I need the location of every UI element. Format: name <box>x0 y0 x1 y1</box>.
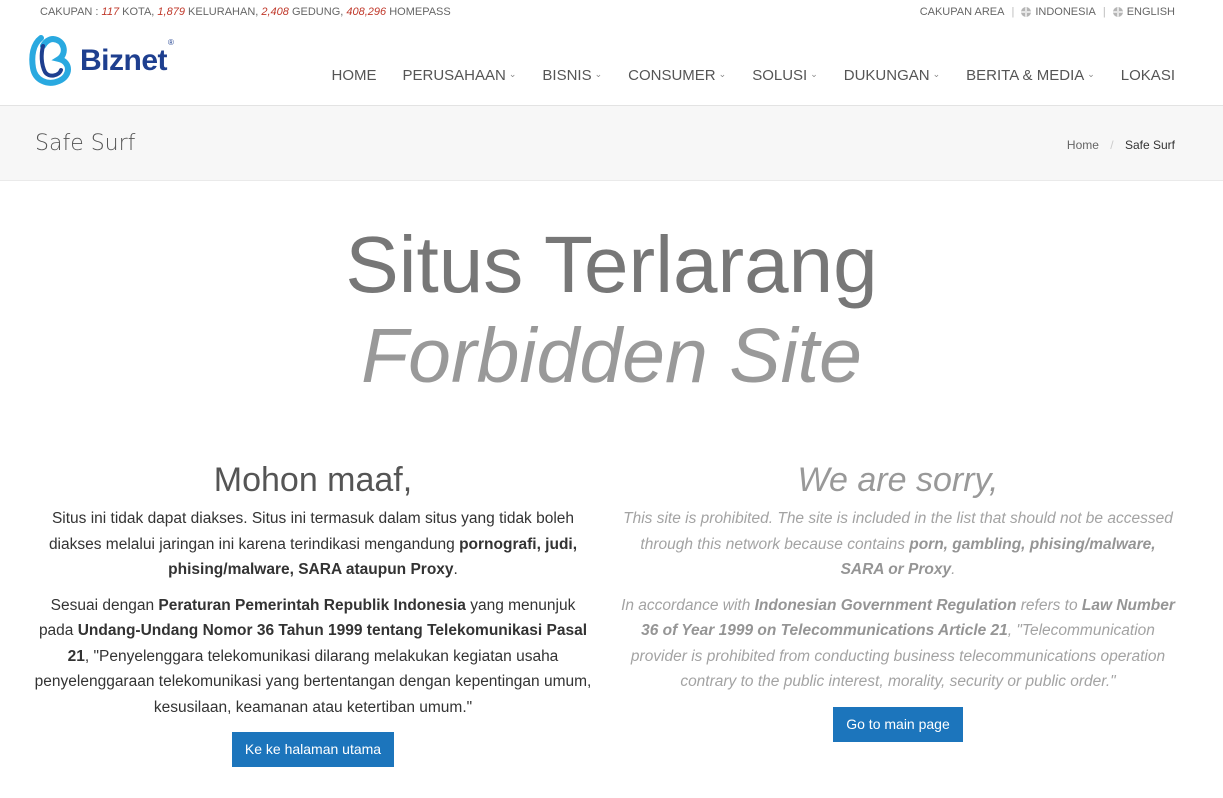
nav-bisnis-label: BISNIS <box>542 67 592 84</box>
nav-dukungan-label: DUKUNGAN <box>843 67 930 84</box>
nav-consumer-label: CONSUMER <box>628 67 716 84</box>
chevron-down-icon: ⌄ <box>932 69 941 79</box>
coverage-stats: CAKUPAN : 117 KOTA, 1,879 KELURAHAN, 2,4… <box>40 6 451 18</box>
page-title-bar: Safe Surf Home / Safe Surf <box>0 106 1223 181</box>
chevron-down-icon: ⌄ <box>594 69 603 79</box>
breadcrumb: Home / Safe Surf <box>1067 138 1175 152</box>
notice-indonesian: Mohon maaf, Situs ini tidak dapat diakse… <box>33 455 593 767</box>
nav-bisnis[interactable]: BISNIS ⌄ <box>542 67 602 84</box>
globe-icon <box>1021 7 1032 17</box>
notice-paragraph-1: Situs ini tidak dapat diakses. Situs ini… <box>33 506 593 583</box>
hero-title-english: Forbidden Site <box>361 313 862 399</box>
nav-berita-media-label: BERITA & MEDIA <box>966 67 1085 84</box>
home-button-indonesian[interactable]: Ke ke halaman utama <box>231 732 395 767</box>
text-bold-segment: Peraturan Pemerintah Republik Indonesia <box>158 596 466 614</box>
language-indonesia-link[interactable]: INDONESIA <box>1021 6 1096 18</box>
separator: | <box>1011 6 1015 18</box>
logo-wordmark: Biznet® <box>80 38 174 78</box>
hero-heading: Situs Terlarang Forbidden Site <box>0 219 1223 401</box>
top-links: CAKUPAN AREA | INDONESIA | ENGLISH <box>920 6 1175 18</box>
notice-heading-english: We are sorry, <box>797 461 999 499</box>
chevron-down-icon: ⌄ <box>718 69 727 79</box>
hero-title-indonesian: Situs Terlarang <box>345 220 878 309</box>
nav-lokasi-label: LOKASI <box>1120 67 1175 84</box>
chevron-down-icon: ⌄ <box>508 69 517 79</box>
notice-english: We are sorry, This site is prohibited. T… <box>618 455 1178 742</box>
kelurahan-count: 1,879 <box>157 6 185 18</box>
text-segment: . <box>951 561 956 578</box>
nav-home[interactable]: HOME <box>331 67 376 84</box>
coverage-label: CAKUPAN : <box>40 6 99 18</box>
biznet-logo-icon <box>29 35 71 86</box>
logo-text: Biznet <box>80 44 168 77</box>
notice-paragraph-2: In accordance with Indonesian Government… <box>618 593 1178 695</box>
nav-dukungan[interactable]: DUKUNGAN ⌄ <box>844 67 940 84</box>
language-english-link[interactable]: ENGLISH <box>1112 6 1175 18</box>
text-segment: , "Penyelenggara telekomunikasi dilarang… <box>34 647 592 716</box>
kelurahan-label: KELURAHAN, <box>188 6 259 18</box>
home-button-english[interactable]: Go to main page <box>833 706 963 742</box>
chevron-down-icon: ⌄ <box>1087 69 1095 79</box>
kota-count: 117 <box>101 6 120 18</box>
notice-paragraph-1: This site is prohibited. The site is inc… <box>618 506 1178 583</box>
kota-label: KOTA, <box>122 6 155 18</box>
globe-icon <box>1112 7 1123 17</box>
breadcrumb-home-link[interactable]: Home <box>1067 138 1099 152</box>
main-nav: HOME PERUSAHAAN ⌄ BISNIS ⌄ CONSUMER ⌄ SOLUS… <box>331 67 1175 84</box>
nav-lokasi[interactable]: LOKASI <box>1121 67 1175 84</box>
nav-solusi-label: SOLUSI <box>752 67 808 84</box>
nav-perusahaan[interactable]: PERUSAHAAN ⌄ <box>402 67 516 84</box>
text-bold-segment: Indonesian Government Regulation <box>754 596 1017 614</box>
nav-consumer[interactable]: CONSUMER ⌄ <box>628 67 726 84</box>
top-bar: CAKUPAN : 117 KOTA, 1,879 KELURAHAN, 2,4… <box>0 0 1223 24</box>
coverage-area-link[interactable]: CAKUPAN AREA <box>920 6 1005 18</box>
notice-heading-indonesian: Mohon maaf, <box>213 461 413 499</box>
language-english-label: ENGLISH <box>1126 6 1175 18</box>
site-header: Biznet® HOME PERUSAHAAN ⌄ BISNIS ⌄ CONSUME… <box>0 24 1223 106</box>
nav-berita-media[interactable]: BERITA & MEDIA ⌄ <box>966 67 1095 84</box>
language-indonesia-label: INDONESIA <box>1035 6 1096 18</box>
page-title: Safe Surf <box>35 131 136 156</box>
text-segment: Sesuai dengan <box>50 596 159 614</box>
biznet-logo[interactable]: Biznet® <box>29 34 174 86</box>
breadcrumb-current: Safe Surf <box>1124 138 1175 152</box>
nav-perusahaan-label: PERUSAHAAN <box>402 67 506 84</box>
nav-home-label: HOME <box>331 67 377 84</box>
chevron-down-icon: ⌄ <box>810 69 818 79</box>
homepass-label: HOMEPASS <box>389 6 451 18</box>
text-segment: . <box>453 561 458 578</box>
gedung-label: GEDUNG, <box>291 6 344 18</box>
text-segment: refers to <box>1016 596 1082 614</box>
nav-solusi[interactable]: SOLUSI ⌄ <box>752 67 818 84</box>
separator: | <box>1102 6 1106 18</box>
gedung-count: 2,408 <box>261 6 289 18</box>
homepass-count: 408,296 <box>346 6 387 18</box>
notice-paragraph-2: Sesuai dengan Peraturan Pemerintah Repub… <box>33 593 593 721</box>
registered-mark: ® <box>168 38 174 47</box>
breadcrumb-separator: / <box>1110 138 1114 152</box>
text-segment: In accordance with <box>621 596 755 614</box>
